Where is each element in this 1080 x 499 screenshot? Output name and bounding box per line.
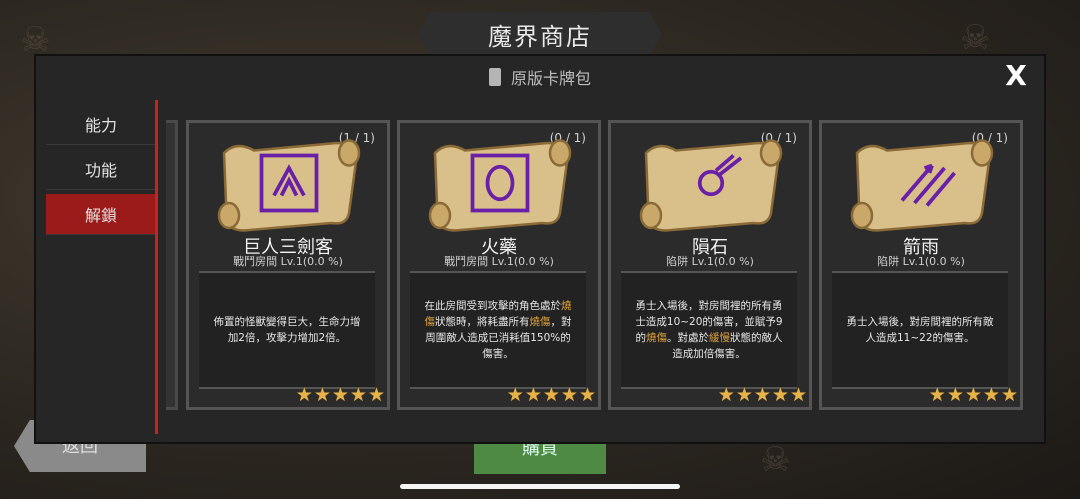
description-text: 佈置的怪獸變得巨大，生命力增加2倍，攻擊力增加2倍。 (213, 316, 361, 344)
star-icon: ★ (578, 384, 596, 406)
description-text: 勇士入場後，對房間裡的所有敵人造成11~22的傷害。 (846, 316, 994, 344)
star-icon: ★ (331, 384, 349, 406)
description-text: 在此房間受到攻擊的角色處於 (424, 300, 562, 312)
scroll-powder-keg-icon (414, 133, 586, 233)
star-icon: ★ (313, 384, 331, 406)
card-item[interactable]: (1 / 1) 巨人三劍客 戰鬥房間 Lv.1(0.0 %) 佈置的怪獸變得巨大，生命… (186, 120, 390, 410)
star-rating: ★ ★ ★ ★ ★ (929, 386, 1018, 405)
star-icon: ★ (771, 384, 789, 406)
scroll-meteor-icon (625, 133, 797, 233)
star-icon: ★ (928, 384, 946, 406)
card-pack-panel: 原版卡牌包 X 能力 功能 解鎖 (1 / 1) 巨人三劍客 戰鬥房間 Lv.1(0… (34, 54, 1046, 444)
card-partial[interactable] (166, 120, 178, 410)
card-level: 戰鬥房間 Lv.1(0.0 %) (233, 255, 343, 268)
card-description: 勇士入場後，對房間裡的所有勇士造成10~20的傷害，並賦予9的燒傷。對處於緩慢狀… (631, 298, 787, 362)
card-list[interactable]: (1 / 1) 巨人三劍客 戰鬥房間 Lv.1(0.0 %) 佈置的怪獸變得巨大，生命… (166, 120, 1030, 410)
card-description-box: 在此房間受到攻擊的角色處於燒傷狀態時，將耗盡所有燒傷，對周圍敵人造成已消耗值15… (410, 271, 586, 389)
star-icon: ★ (1000, 384, 1018, 406)
card-item[interactable]: (0 / 1) 火藥 戰鬥房間 Lv.1(0.0 %) 在此房間受到攻擊的角色處於燒傷… (397, 120, 601, 410)
card-description: 勇士入場後，對房間裡的所有敵人造成11~22的傷害。 (842, 314, 998, 346)
category-tabs: 能力 功能 解鎖 (46, 104, 156, 239)
panel-header: 原版卡牌包 (34, 54, 1046, 100)
star-icon: ★ (717, 384, 735, 406)
star-icon: ★ (295, 384, 313, 406)
star-icon: ★ (524, 384, 542, 406)
tab-ability[interactable]: 能力 (46, 104, 156, 145)
scroll-arrow-rain-icon (836, 133, 1008, 233)
scroll-three-swords-icon (203, 133, 375, 233)
tab-function[interactable]: 功能 (46, 149, 156, 190)
star-rating: ★ ★ ★ ★ ★ (507, 386, 596, 405)
star-icon: ★ (946, 384, 964, 406)
card-item[interactable]: (0 / 1) 隕石 陷阱 Lv.1(0.0 %) 勇士入場後，對房間裡的所有勇士造成… (608, 120, 812, 410)
star-icon: ★ (753, 384, 771, 406)
description-text: 狀態時，將耗盡所有 (435, 316, 530, 328)
home-indicator[interactable] (400, 484, 680, 489)
card-level: 陷阱 Lv.1(0.0 %) (666, 255, 754, 268)
star-icon: ★ (982, 384, 1000, 406)
card-description-box: 勇士入場後，對房間裡的所有勇士造成10~20的傷害，並賦予9的燒傷。對處於緩慢狀… (621, 271, 797, 389)
card-level: 戰鬥房間 Lv.1(0.0 %) (444, 255, 554, 268)
star-icon: ★ (542, 384, 560, 406)
shop-title-plate: 魔界商店 (418, 12, 662, 56)
star-icon: ★ (735, 384, 753, 406)
card-item[interactable]: (0 / 1) 箭雨 陷阱 Lv.1(0.0 %) 勇士入場後，對房間裡的所有敵人造成… (819, 120, 1023, 410)
star-icon: ★ (349, 384, 367, 406)
star-icon: ★ (560, 384, 578, 406)
card-description: 在此房間受到攻擊的角色處於燒傷狀態時，將耗盡所有燒傷，對周圍敵人造成已消耗值15… (420, 298, 576, 362)
panel-title: 原版卡牌包 (510, 69, 591, 88)
card-description: 佈置的怪獸變得巨大，生命力增加2倍，攻擊力增加2倍。 (209, 314, 365, 346)
status-keyword: 燒傷 (529, 316, 551, 328)
status-keyword: 緩慢 (709, 332, 730, 344)
description-text: 。對處於 (667, 332, 709, 344)
tabs-divider (155, 100, 158, 434)
status-keyword: 燒傷 (646, 332, 667, 344)
star-icon: ★ (964, 384, 982, 406)
close-button[interactable]: X (1002, 62, 1030, 90)
star-rating: ★ ★ ★ ★ ★ (296, 386, 385, 405)
star-icon: ★ (789, 384, 807, 406)
tab-unlock[interactable]: 解鎖 (46, 194, 156, 235)
card-level: 陷阱 Lv.1(0.0 %) (877, 255, 965, 268)
card-description-box: 佈置的怪獸變得巨大，生命力增加2倍，攻擊力增加2倍。 (199, 271, 375, 389)
card-description-box: 勇士入場後，對房間裡的所有敵人造成11~22的傷害。 (832, 271, 1008, 389)
star-icon: ★ (506, 384, 524, 406)
shop-title: 魔界商店 (488, 22, 592, 51)
star-rating: ★ ★ ★ ★ ★ (718, 386, 807, 405)
star-icon: ★ (367, 384, 385, 406)
card-pack-icon (488, 68, 501, 86)
